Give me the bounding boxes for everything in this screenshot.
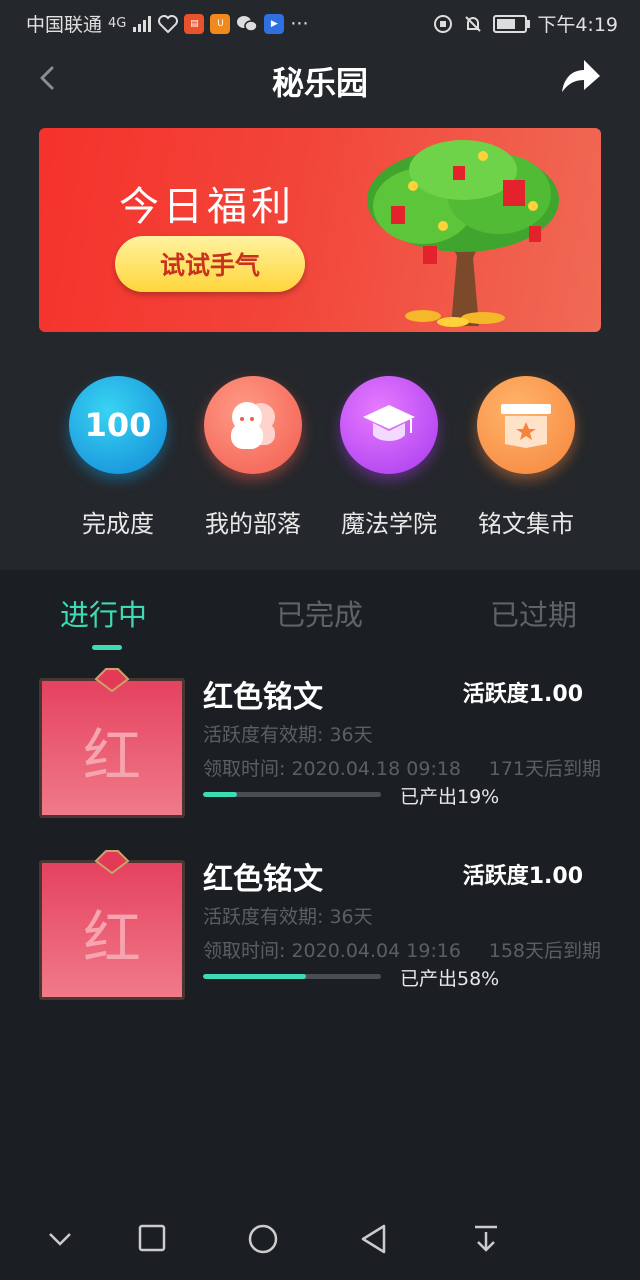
inscription-thumbnail: 红 — [39, 668, 185, 818]
progress-fill — [203, 792, 237, 797]
market-box-icon[interactable] — [477, 376, 575, 474]
inscription-thumbnail: 红 — [39, 850, 185, 1000]
gem-icon — [94, 668, 130, 693]
quick-link-completion[interactable]: 100 完成度 — [69, 376, 167, 539]
chevron-down-icon[interactable] — [46, 1224, 74, 1252]
mute-bell-icon — [465, 15, 482, 32]
inscription-card[interactable]: 红 红色铭文 活跃度1.00 活跃度有效期: 36天 领取时间: 2020.04… — [39, 668, 601, 822]
welfare-banner[interactable]: 今日福利 试试手气 — [39, 128, 601, 332]
received-time: 领取时间: 2020.04.18 09:18 — [203, 758, 462, 780]
clock: 下午4:19 — [537, 14, 618, 36]
expire-text: 171天后到期 — [488, 758, 601, 780]
tab-completed[interactable]: 已完成 — [276, 592, 363, 634]
video-app-icon: ▶ — [264, 13, 285, 34]
tab-indicator — [92, 645, 122, 650]
validity-text: 活跃度有效期: 36天 — [203, 724, 373, 746]
progress-bar — [203, 792, 381, 797]
try-luck-button[interactable]: 试试手气 — [115, 236, 305, 292]
received-time: 领取时间: 2020.04.04 19:16 — [203, 940, 462, 962]
tribe-icon[interactable] — [204, 376, 302, 474]
activity-value: 活跃度1.00 — [462, 864, 583, 889]
status-left: 中国联通 4G ▤ U ▶ ··· — [26, 10, 309, 37]
page-title: 秘乐园 — [271, 64, 368, 102]
news-app-icon: ▤ — [184, 13, 205, 34]
quick-link-tribe[interactable]: 我的部落 — [204, 376, 302, 539]
heart-icon — [158, 14, 179, 33]
quick-link-academy[interactable]: 魔法学院 — [340, 376, 438, 539]
banner-title: 今日福利 — [119, 184, 295, 230]
graduation-cap-icon[interactable] — [340, 376, 438, 474]
home-icon[interactable] — [248, 1224, 278, 1254]
carrier-label: 中国联通 — [26, 14, 103, 36]
item-name: 红色铭文 — [203, 862, 323, 897]
item-name: 红色铭文 — [203, 680, 323, 715]
back-triangle-icon[interactable] — [360, 1224, 388, 1254]
notification-pulldown-icon[interactable] — [472, 1224, 500, 1254]
thumbnail-char: 红 — [82, 904, 141, 972]
status-bar: 中国联通 4G ▤ U ▶ ··· 下午4:19 — [0, 0, 640, 44]
validity-text: 活跃度有效期: 36天 — [203, 906, 373, 928]
progress-bar — [203, 974, 381, 979]
rotation-lock-icon — [434, 14, 453, 33]
battery-icon — [493, 14, 531, 33]
share-icon[interactable] — [558, 54, 602, 98]
completion-badge[interactable]: 100 — [69, 376, 167, 474]
tab-expired[interactable]: 已过期 — [490, 592, 577, 634]
wechat-icon — [237, 15, 259, 32]
quick-link-market[interactable]: 铭文集市 — [477, 376, 575, 539]
app-header: 秘乐园 — [0, 44, 640, 114]
progress-fill — [203, 974, 307, 979]
network-type: 4G — [108, 16, 127, 31]
system-nav-bar — [0, 1200, 640, 1280]
expire-text: 158天后到期 — [488, 940, 601, 962]
produced-text: 已产出58% — [400, 968, 500, 990]
recent-apps-icon[interactable] — [138, 1224, 166, 1252]
more-notifications-icon: ··· — [290, 12, 309, 35]
activity-value: 活跃度1.00 — [462, 682, 583, 707]
quick-link-label: 魔法学院 — [341, 510, 437, 538]
quick-link-label: 铭文集市 — [478, 510, 574, 538]
quick-link-label: 完成度 — [82, 510, 154, 538]
quick-link-label: 我的部落 — [205, 510, 301, 538]
tab-in-progress[interactable]: 进行中 — [60, 592, 147, 634]
thumbnail-char: 红 — [82, 722, 141, 790]
inscription-card[interactable]: 红 红色铭文 活跃度1.00 活跃度有效期: 36天 领取时间: 2020.04… — [39, 850, 601, 1004]
status-right: 下午4:19 — [433, 10, 618, 37]
money-tree-illustration — [367, 140, 559, 327]
produced-text: 已产出19% — [400, 786, 500, 808]
gem-icon — [94, 850, 130, 875]
signal-icon — [133, 15, 152, 32]
uc-browser-icon: U — [210, 13, 231, 34]
completion-value: 100 — [84, 406, 152, 444]
